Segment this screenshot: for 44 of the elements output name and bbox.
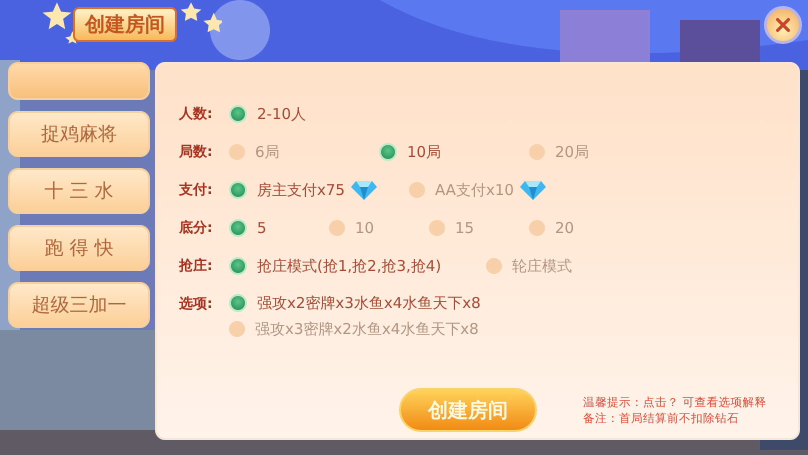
radio-button[interactable] bbox=[529, 220, 545, 236]
tip-text: 备注：首局结算前不扣除钻石 bbox=[583, 410, 740, 426]
option-label: 15 bbox=[455, 219, 474, 237]
option-label: 强攻x3密牌x2水鱼x4水鱼天下x8 bbox=[255, 320, 479, 338]
radio-button[interactable] bbox=[409, 182, 425, 198]
radio-button[interactable] bbox=[229, 294, 247, 312]
game-tab[interactable]: 超级三加一 bbox=[8, 282, 150, 328]
game-tab[interactable]: 跑 得 快 bbox=[8, 225, 150, 271]
radio-button[interactable] bbox=[379, 143, 397, 161]
radio-button[interactable] bbox=[229, 181, 247, 199]
game-tab[interactable]: 十 三 水 bbox=[8, 168, 150, 214]
radio-button[interactable] bbox=[229, 105, 247, 123]
create-room-button[interactable]: 创建房间 bbox=[399, 388, 537, 432]
option-label: 20局 bbox=[555, 142, 590, 162]
radio-button[interactable] bbox=[229, 219, 247, 237]
setting-label: 底分: bbox=[179, 218, 214, 238]
option-label: 5 bbox=[257, 219, 267, 237]
option-label: 房主支付x75 bbox=[257, 180, 345, 200]
radio-button[interactable] bbox=[529, 144, 545, 160]
option-label: AA支付x10 bbox=[435, 180, 514, 200]
tip-text: 温馨提示：点击？ 可查看选项解释 bbox=[583, 394, 767, 410]
option-label: 10 bbox=[355, 219, 374, 237]
option-label: 2-10人 bbox=[257, 104, 306, 124]
option-label: 抢庄模式(抢1,抢2,抢3,抢4) bbox=[257, 256, 442, 276]
radio-button[interactable] bbox=[429, 220, 445, 236]
setting-label: 人数: bbox=[179, 105, 214, 124]
setting-label: 选项: bbox=[179, 295, 214, 314]
radio-button[interactable] bbox=[486, 258, 502, 274]
window-title: 创建房间 bbox=[73, 6, 177, 42]
radio-button[interactable] bbox=[329, 220, 345, 236]
game-tab[interactable]: 捉鸡麻将 bbox=[8, 111, 150, 157]
option-label: 轮庄模式 bbox=[512, 256, 572, 276]
option-label: 强攻x2密牌x3水鱼x4水鱼天下x8 bbox=[257, 294, 481, 312]
setting-label: 支付: bbox=[179, 181, 214, 200]
radio-button[interactable] bbox=[229, 144, 245, 160]
option-label: 20 bbox=[555, 219, 574, 237]
radio-button[interactable] bbox=[229, 321, 245, 337]
setting-label: 抢庄: bbox=[179, 256, 214, 276]
radio-button[interactable] bbox=[229, 257, 247, 275]
close-icon bbox=[774, 16, 792, 34]
option-label: 10局 bbox=[407, 142, 442, 162]
setting-label: 局数: bbox=[179, 143, 214, 162]
game-tab[interactable] bbox=[8, 62, 150, 100]
option-label: 6局 bbox=[255, 142, 280, 162]
